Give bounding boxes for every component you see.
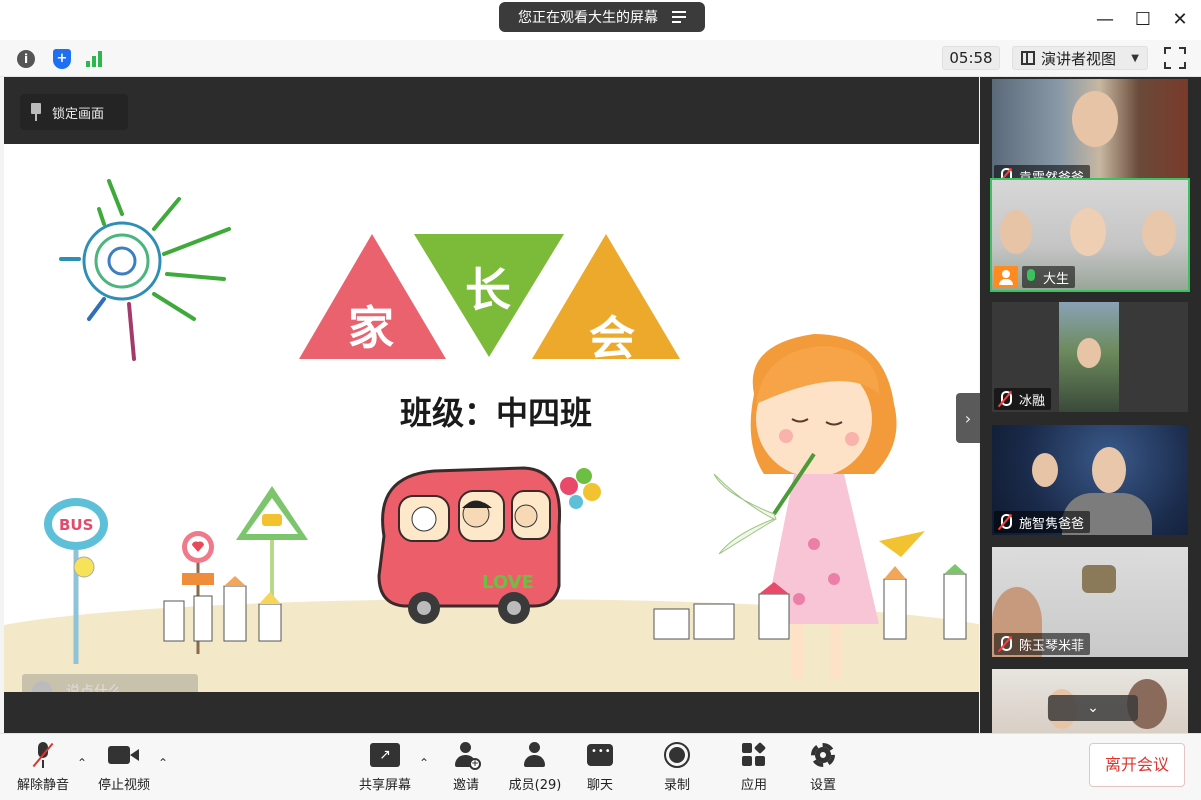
meeting-controls: 解除静音 ⌃ 停止视频 ⌃ ↗ 共享屏幕 ⌃ + 邀请 成员(29) 聊天 录制 [0,733,1201,800]
participant-name-tag: 冰融 [994,388,1052,410]
meeting-timer: 05:58 [942,46,1000,70]
menu-icon[interactable] [672,11,686,23]
host-icon [994,266,1018,288]
pin-icon [30,103,42,121]
title-char-zhang: 长 [465,263,511,317]
svg-text:LOVE: LOVE [482,572,534,593]
collapse-gallery-button[interactable]: › [956,393,980,443]
participant-video [1072,91,1118,147]
participant-name: 施智隽爸爸 [1019,516,1085,532]
participant-tile[interactable]: 施智隽爸爸 [992,425,1188,535]
participant-video [1070,208,1106,256]
info-icon[interactable]: i [14,47,38,71]
record-label: 录制 [663,778,690,793]
apps-label: 应用 [740,778,767,793]
record-button[interactable]: 录制 [659,740,695,796]
shield-icon[interactable]: + [50,47,74,71]
close-button[interactable]: ✕ [1168,8,1192,32]
share-banner-text: 您正在观看大生的屏幕 [518,10,658,26]
sun-illustration [59,179,231,361]
houses-left-illustration [163,576,282,642]
mic-muted-icon [997,513,1013,531]
shared-screen: 锁定画面 家 长 会 班级：中四班 BUS LOVE 说点什么... [4,77,979,733]
participant-name: 陈玉琴米菲 [1019,638,1085,654]
lock-view-button[interactable]: 锁定画面 [20,94,128,130]
audio-options-caret[interactable]: ⌃ [77,756,87,770]
leave-meeting-button[interactable]: 离开会议 [1089,743,1185,787]
fullscreen-icon[interactable] [1164,47,1186,69]
share-screen-icon: ↗ [370,743,400,767]
chat-button[interactable]: 聊天 [582,740,618,796]
meeting-window: 您正在观看大生的屏幕 — ☐ ✕ i + 05:58 演讲者视图 ▼ 锁定画面 [0,0,1201,800]
camera-icon [108,744,140,766]
members-button[interactable]: 成员(29) [505,740,565,796]
stop-video-label: 停止视频 [97,778,150,793]
record-icon [664,742,690,768]
lock-view-label: 锁定画面 [52,106,105,122]
participant-gallery: 袁霈然爸爸 大生 冰融 施智隽爸爸 陈玉琴米菲 ⌄ [980,77,1201,733]
scroll-down-button[interactable]: ⌄ [1048,695,1138,721]
maximize-button[interactable]: ☐ [1131,8,1155,32]
chandelier [1082,565,1116,593]
mic-muted-icon [997,390,1013,408]
chat-icon [587,744,613,766]
minimize-button[interactable]: — [1093,8,1117,32]
view-mode-select[interactable]: 演讲者视图 ▼ [1012,46,1148,70]
participant-tile[interactable]: 冰融 [992,302,1188,412]
video-options-caret[interactable]: ⌃ [158,756,168,770]
apps-icon [742,741,767,767]
svg-text:BUS: BUS [59,516,93,534]
signal-icon[interactable] [84,47,108,71]
chat-input[interactable]: 说点什么... [22,674,198,692]
mic-on-icon [1025,269,1037,285]
emoji-icon[interactable] [32,681,52,692]
bus-illustration: LOVE [377,466,601,624]
participant-name: 大生 [1043,271,1070,287]
settings-button[interactable]: 设置 [805,740,841,796]
chat-label: 聊天 [586,778,613,793]
presentation-slide: 家 长 会 班级：中四班 BUS LOVE 说点什么... [4,144,979,692]
mic-muted-icon [997,635,1013,653]
participant-name: 冰融 [1019,393,1046,409]
apps-button[interactable]: 应用 [736,740,772,796]
share-options-caret[interactable]: ⌃ [419,756,429,770]
participant-name-tag: 施智隽爸爸 [994,511,1091,533]
participant-name-tag: 陈玉琴米菲 [994,633,1091,655]
gear-icon [810,742,836,768]
participant-tile[interactable]: 袁霈然爸爸 [992,79,1188,189]
unmute-label: 解除静音 [16,778,69,793]
invite-button[interactable]: + 邀请 [446,740,486,796]
participant-video [1000,210,1032,254]
participant-video [1142,210,1176,256]
houses-right-illustration [653,564,967,640]
stop-video-button[interactable]: 停止视频 [93,740,155,796]
chat-placeholder: 说点什么... [66,684,136,692]
participant-name-tag: 大生 [1022,266,1076,288]
participant-tile-active[interactable]: 大生 [990,178,1190,292]
participant-video [1032,453,1058,487]
share-screen-button[interactable]: ↗ 共享屏幕 [355,740,415,796]
title-bar: 您正在观看大生的屏幕 — ☐ ✕ [0,0,1201,40]
title-char-hui: 会 [589,311,635,365]
participant-video [1092,447,1126,493]
invite-label: 邀请 [452,778,479,793]
slide-subtitle: 班级：中四班 [400,394,593,432]
settings-label: 设置 [809,778,836,793]
unmute-button[interactable]: 解除静音 [12,740,74,796]
share-banner[interactable]: 您正在观看大生的屏幕 [499,2,705,32]
members-icon [522,742,548,768]
paper-plane-illustration [879,531,925,557]
participant-video [1059,302,1119,412]
chevron-down-icon: ▼ [1131,52,1139,64]
share-screen-label: 共享屏幕 [358,778,411,793]
participant-tile[interactable]: 陈玉琴米菲 [992,547,1188,657]
speaker-view-icon [1021,51,1035,65]
members-label: 成员(29) [508,778,562,793]
view-mode-label: 演讲者视图 [1041,49,1117,68]
title-char-jia: 家 [348,301,394,355]
bus-sign-illustration: BUS [44,498,108,664]
